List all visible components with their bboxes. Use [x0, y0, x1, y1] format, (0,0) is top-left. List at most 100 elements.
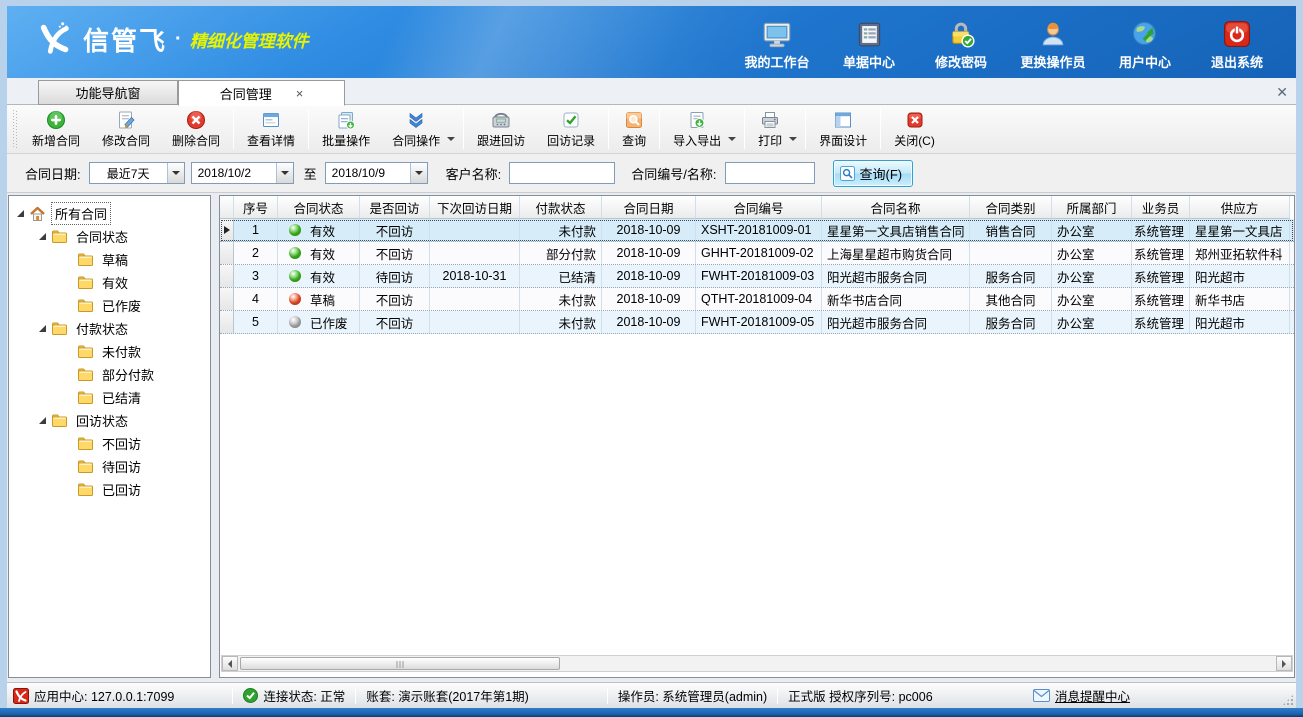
column-header-6[interactable]: 合同日期	[602, 196, 696, 219]
message-center[interactable]: 消息提醒中心	[1033, 686, 1130, 705]
dropdown-arrow-icon[interactable]	[728, 137, 736, 141]
resize-grip[interactable]	[1282, 694, 1294, 706]
connection-ok-icon	[243, 688, 258, 703]
status-ball-icon	[289, 270, 301, 282]
horizontal-scrollbar[interactable]	[221, 655, 1293, 672]
toolbar-grip-handle[interactable]	[13, 110, 18, 148]
chevron-down-icon[interactable]	[410, 163, 427, 183]
contract-operation-button[interactable]: 合同操作	[381, 106, 451, 152]
scroll-left-icon[interactable]	[222, 656, 238, 671]
message-center-link[interactable]: 消息提醒中心	[1055, 686, 1130, 705]
tree-expand-icon[interactable]	[39, 325, 46, 332]
status-ball-icon	[289, 247, 301, 259]
column-header-4[interactable]: 下次回访日期	[430, 196, 520, 219]
import-export-button[interactable]: 导入导出	[662, 106, 732, 152]
column-header-1[interactable]: 序号	[234, 196, 278, 219]
tab-bar: 功能导航窗 合同管理 × ✕	[7, 78, 1296, 105]
tree-item-payment-status[interactable]: 付款状态	[9, 317, 210, 340]
scroll-right-icon[interactable]	[1276, 656, 1292, 671]
follow-up-visit-button[interactable]: 跟进回访	[466, 106, 536, 152]
table-row[interactable]: 4草稿不回访未付款2018-10-09QTHT-20181009-04新华书店合…	[220, 288, 1294, 311]
column-header-12[interactable]: 供应方	[1190, 196, 1290, 219]
search-button[interactable]: 查询(F)	[833, 160, 914, 187]
edit-contract-button[interactable]: 修改合同	[91, 106, 161, 152]
column-header-5[interactable]: 付款状态	[520, 196, 602, 219]
cell-7: FWHT-20181009-03	[696, 265, 822, 287]
tab-close-icon[interactable]: ×	[296, 86, 304, 101]
dropdown-arrow-icon[interactable]	[789, 137, 797, 141]
tree-item-valid[interactable]: 有效	[9, 271, 210, 294]
tree-item-all-contracts[interactable]: 所有合同	[9, 202, 210, 225]
nav-item-switch-operator[interactable]: 更换操作员	[1014, 16, 1092, 71]
nav-item-my-workbench[interactable]: 我的工作台	[738, 16, 816, 71]
tree-item-pending-visit[interactable]: 待回访	[9, 455, 210, 478]
tree-item-visit-status[interactable]: 回访状态	[9, 409, 210, 432]
contract-code-name-label: 合同编号/名称:	[631, 164, 716, 183]
tabbar-close-icon[interactable]: ✕	[1276, 84, 1288, 101]
tree-item-voided[interactable]: 已作废	[9, 294, 210, 317]
tree-expand-icon[interactable]	[39, 233, 46, 240]
batch-operation-button[interactable]: 批量操作	[311, 106, 381, 152]
dropdown-arrow-icon[interactable]	[447, 137, 455, 141]
table-row[interactable]: 3有效待回访2018-10-31已结清2018-10-09FWHT-201810…	[220, 265, 1294, 288]
tab-function-navigator[interactable]: 功能导航窗	[38, 80, 178, 105]
add-contract-button[interactable]: 新增合同	[21, 106, 91, 152]
cell-8: 新华书店合同	[822, 288, 970, 310]
row-selector[interactable]	[220, 265, 234, 287]
customer-name-input[interactable]	[509, 162, 615, 184]
scrollbar-thumb[interactable]	[240, 657, 560, 670]
visit-record-button[interactable]: 回访记录	[536, 106, 606, 152]
table-row[interactable]: 5已作废不回访未付款2018-10-09FWHT-20181009-05阳光超市…	[220, 311, 1294, 334]
delete-contract-button[interactable]: 删除合同	[161, 106, 231, 152]
chevron-down-icon[interactable]	[167, 163, 184, 183]
column-header-3[interactable]: 是否回访	[360, 196, 430, 219]
grid-body: 1有效不回访未付款2018-10-09XSHT-20181009-01星星第一文…	[220, 219, 1294, 334]
tree-item-visited[interactable]: 已回访	[9, 478, 210, 501]
query-button[interactable]: 查询	[611, 106, 657, 152]
date-range-select[interactable]: 最近7天	[89, 162, 185, 184]
tree-expand-icon[interactable]	[17, 210, 24, 217]
tree-item-contract-status[interactable]: 合同状态	[9, 225, 210, 248]
chevron-down-icon[interactable]	[276, 163, 293, 183]
toolbar-button-label: 界面设计	[819, 132, 867, 149]
cell-4	[430, 288, 520, 310]
date-from-select[interactable]: 2018/10/2	[191, 162, 294, 184]
tab-contract-management[interactable]: 合同管理 ×	[178, 80, 345, 106]
nav-item-change-password[interactable]: 修改密码	[922, 16, 1000, 71]
nav-item-label: 修改密码	[935, 52, 987, 71]
tree-item-unpaid[interactable]: 未付款	[9, 340, 210, 363]
nav-item-user-center[interactable]: 用户中心	[1106, 16, 1184, 71]
column-header-10[interactable]: 所属部门	[1052, 196, 1132, 219]
table-row[interactable]: 1有效不回访未付款2018-10-09XSHT-20181009-01星星第一文…	[220, 219, 1294, 242]
date-to-select[interactable]: 2018/10/9	[325, 162, 428, 184]
tree-item-draft[interactable]: 草稿	[9, 248, 210, 271]
panel-splitter[interactable]	[211, 195, 219, 678]
column-header-9[interactable]: 合同类别	[970, 196, 1052, 219]
tree-item-partially-paid[interactable]: 部分付款	[9, 363, 210, 386]
table-row[interactable]: 2有效不回访部分付款2018-10-09GHHT-20181009-02上海星星…	[220, 242, 1294, 265]
mail-icon	[1033, 689, 1050, 702]
tab-label: 合同管理	[220, 84, 272, 103]
row-selector[interactable]	[220, 288, 234, 310]
contract-code-name-input[interactable]	[725, 162, 815, 184]
column-header-8[interactable]: 合同名称	[822, 196, 970, 219]
cell-7: FWHT-20181009-05	[696, 311, 822, 333]
row-selector[interactable]	[220, 219, 234, 241]
ui-design-button[interactable]: 界面设计	[808, 106, 878, 152]
nav-item-documents-center[interactable]: 单据中心	[830, 16, 908, 71]
tree-item-no-visit[interactable]: 不回访	[9, 432, 210, 455]
cell-1: 2	[234, 242, 278, 264]
row-selector[interactable]	[220, 242, 234, 264]
column-header-2[interactable]: 合同状态	[278, 196, 360, 219]
view-detail-button[interactable]: 查看详情	[236, 106, 306, 152]
print-button[interactable]: 打印	[747, 106, 793, 152]
tree-item-settled[interactable]: 已结清	[9, 386, 210, 409]
row-selector[interactable]	[220, 311, 234, 333]
column-header-7[interactable]: 合同编号	[696, 196, 822, 219]
nav-item-exit-system[interactable]: 退出系统	[1198, 16, 1276, 71]
tree-expand-icon[interactable]	[39, 417, 46, 424]
column-header-11[interactable]: 业务员	[1132, 196, 1190, 219]
tree-item-label: 已结清	[99, 387, 144, 408]
close-button[interactable]: 关闭(C)	[883, 106, 946, 152]
date-range-value: 最近7天	[90, 163, 167, 183]
